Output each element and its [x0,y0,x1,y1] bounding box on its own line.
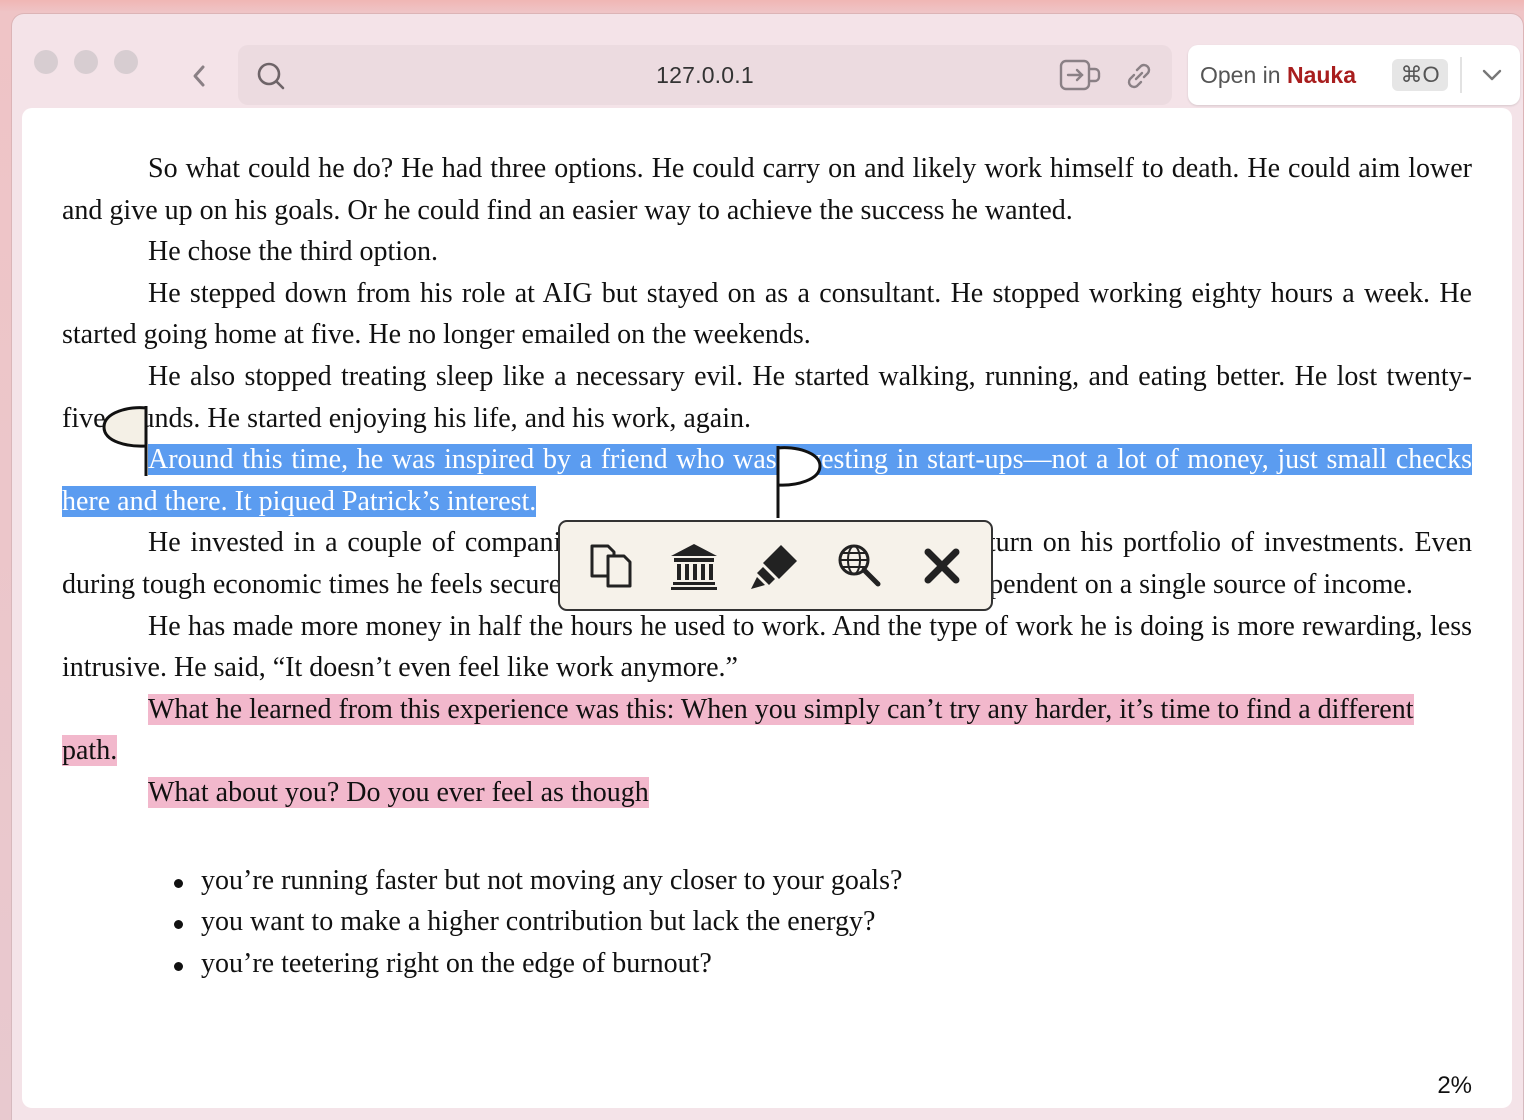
web-search-button[interactable] [830,536,890,596]
chevron-left-icon [193,65,205,87]
paragraph: He also stopped treating sleep like a ne… [62,360,1472,434]
highlighted-paragraph[interactable]: What about you? Do you ever feel as thou… [62,772,1472,814]
open-in-label: Open in Nauka [1200,62,1356,89]
address-bar[interactable]: 127.0.0.1 [238,45,1172,105]
url-text: 127.0.0.1 [656,62,754,88]
web-search-icon [838,544,881,587]
selection-toolbar [558,520,993,611]
dismiss-button[interactable] [912,536,972,596]
window-minimize-dot[interactable] [74,50,98,74]
highlight-button[interactable] [746,536,806,596]
paragraph: So what could he do? He had three option… [62,153,1472,226]
link-icon[interactable] [1122,59,1156,93]
list-item: you’re teetering right on the edge of bu… [174,943,1472,985]
copy-button[interactable] [582,536,642,596]
selected-paragraph[interactable]: Around this time, he was inspired by a f… [62,439,1472,522]
selection-start-handle[interactable] [100,404,150,480]
close-icon [924,548,960,584]
paragraph: He has made more money in half the hours… [62,610,1472,684]
text-highlight[interactable]: What he learned from this experience was… [62,693,1414,767]
list-item: you want to make a higher contribution b… [174,901,1472,943]
dictionary-button[interactable] [664,536,724,596]
paragraph: He chose the third option. [148,236,439,268]
back-button[interactable] [180,54,218,98]
reader-switch-icon[interactable] [1058,57,1102,93]
highlighted-paragraph[interactable]: What he learned from this experience was… [62,689,1472,772]
bullet-list: you’re running faster but not moving any… [174,860,1472,985]
open-in-divider [1460,57,1462,93]
window-zoom-dot[interactable] [114,50,138,74]
open-in-app-name: Nauka [1286,62,1356,88]
selection-end-handle[interactable] [774,444,826,520]
copy-icon [590,544,632,588]
text-highlight[interactable]: What about you? Do you ever feel as thou… [148,776,649,808]
open-in-prefix: Open in [1200,62,1281,88]
bank-icon [671,544,717,590]
chevron-down-icon[interactable] [1480,67,1504,83]
window-close-dot[interactable] [34,50,58,74]
list-item: you’re running faster but not moving any… [174,860,1472,902]
paragraph: He stepped down from his role at AIG but… [62,277,1472,351]
shortcut-badge: ⌘O [1392,59,1448,91]
reader-content: So what could he do? He had three option… [22,108,1512,1108]
reading-progress: 2% [1437,1072,1472,1099]
open-in-app-button[interactable]: Open in Nauka ⌘O [1188,45,1520,105]
text-selection[interactable]: Around this time, he was inspired by a f… [62,444,1472,517]
highlighter-icon [751,545,797,589]
